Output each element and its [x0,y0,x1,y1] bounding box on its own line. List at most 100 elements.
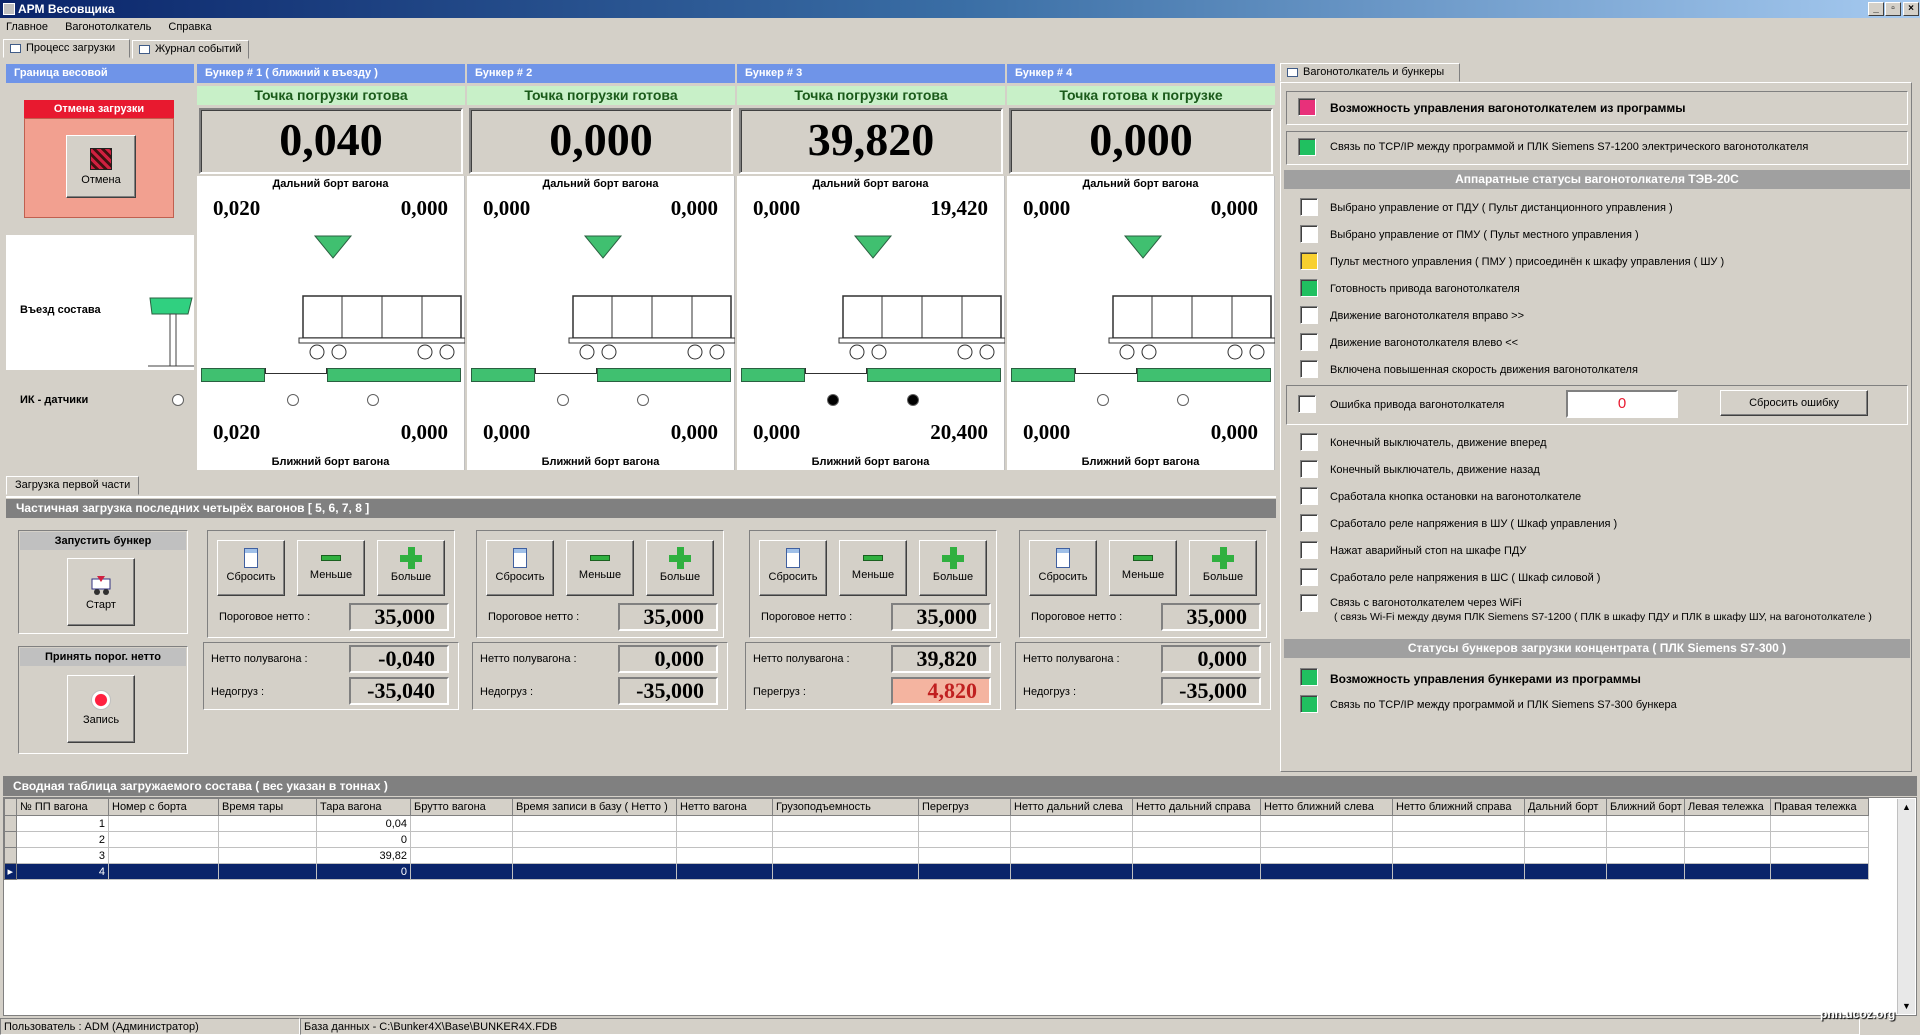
cell[interactable] [1010,847,1133,864]
cell[interactable] [512,847,677,864]
cell[interactable] [1260,863,1393,880]
menu-main[interactable]: Главное [6,21,48,33]
cell[interactable] [1392,831,1525,848]
cell[interactable] [1010,815,1133,832]
cell[interactable] [1260,847,1393,864]
table-row[interactable]: 20 [4,831,1869,848]
cell[interactable] [410,831,513,848]
cell[interactable] [108,815,219,832]
cell[interactable] [772,847,919,864]
reset-button[interactable]: Сбросить [1029,540,1097,596]
cell[interactable] [1770,815,1869,832]
menu-help[interactable]: Справка [168,21,211,33]
cell[interactable] [1524,831,1607,848]
less-button[interactable]: Меньше [297,540,365,596]
cell[interactable] [1770,863,1869,880]
tab-process[interactable]: Процесс загрузки [3,39,130,58]
table-row[interactable]: ▸ 4 0 [4,863,1869,880]
cell[interactable] [772,863,919,880]
cell[interactable] [410,847,513,864]
cell-wagon-number[interactable]: 2 [16,831,109,848]
cell[interactable] [918,847,1011,864]
cell[interactable] [1770,831,1869,848]
cancel-button[interactable]: Отмена [66,135,136,198]
column-header[interactable]: Нетто вагона [676,798,773,816]
tab-pusher-bunkers[interactable]: Вагонотолкатель и бункеры [1280,63,1460,82]
cell[interactable] [1684,847,1771,864]
less-button[interactable]: Меньше [566,540,634,596]
cell[interactable] [676,863,773,880]
row-indicator[interactable] [4,831,17,848]
more-button[interactable]: Больше [919,540,987,596]
reset-error-button[interactable]: Сбросить ошибку [1720,390,1868,416]
table-row[interactable]: 3 39,82 [4,847,1869,864]
cell[interactable] [1606,831,1685,848]
start-button[interactable]: Старт [67,558,135,626]
column-header[interactable]: Правая тележка [1770,798,1869,816]
cell[interactable] [108,847,219,864]
cell[interactable] [218,831,317,848]
record-button[interactable]: Запись [67,675,135,743]
cell[interactable] [108,863,219,880]
cell[interactable] [1392,815,1525,832]
column-header[interactable]: Номер с борта [108,798,219,816]
cell[interactable] [1524,863,1607,880]
cell[interactable] [218,815,317,832]
reset-button[interactable]: Сбросить [486,540,554,596]
cell[interactable] [410,815,513,832]
cell-tara[interactable]: 0 [316,863,411,880]
cell[interactable] [1392,863,1525,880]
cell[interactable] [676,831,773,848]
cell[interactable] [512,815,677,832]
cell[interactable] [1132,847,1261,864]
column-header[interactable]: Время тары [218,798,317,816]
cell-tara[interactable]: 39,82 [316,847,411,864]
maximize-button[interactable]: ▫ [1885,2,1901,16]
tab-first-part[interactable]: Загрузка первой части [6,476,139,495]
column-header[interactable]: Нетто дальний слева [1010,798,1133,816]
cell[interactable] [1606,863,1685,880]
reset-button[interactable]: Сбросить [759,540,827,596]
cell[interactable] [1010,863,1133,880]
cell[interactable] [772,831,919,848]
cell[interactable] [410,863,513,880]
column-header[interactable]: Нетто ближний справа [1392,798,1525,816]
column-header[interactable]: Перегруз [918,798,1011,816]
minimize-button[interactable]: _ [1868,2,1884,16]
more-button[interactable]: Больше [646,540,714,596]
menu-pusher[interactable]: Вагонотолкатель [65,21,151,33]
cell[interactable] [1260,815,1393,832]
column-header[interactable]: Нетто ближний слева [1260,798,1393,816]
column-header[interactable]: Дальний борт [1524,798,1607,816]
cell-wagon-number[interactable]: 3 [16,847,109,864]
cell[interactable] [1684,863,1771,880]
column-header[interactable]: Брутто вагона [410,798,513,816]
cell[interactable] [1132,863,1261,880]
reset-button[interactable]: Сбросить [217,540,285,596]
cell[interactable] [676,847,773,864]
column-header[interactable]: № ПП вагона [16,798,109,816]
cell[interactable] [1606,815,1685,832]
column-header[interactable]: Левая тележка [1684,798,1771,816]
less-button[interactable]: Меньше [839,540,907,596]
cell[interactable] [512,863,677,880]
cell[interactable] [918,815,1011,832]
row-indicator[interactable] [4,847,17,864]
cell-wagon-number[interactable]: 1 [16,815,109,832]
column-header[interactable]: Тара вагона [316,798,411,816]
column-header[interactable]: Ближний борт [1606,798,1685,816]
cell[interactable] [218,863,317,880]
cell[interactable] [1770,847,1869,864]
scroll-down-icon[interactable]: ▼ [1898,998,1915,1014]
cell[interactable] [1524,847,1607,864]
cell[interactable] [1606,847,1685,864]
cell[interactable] [918,831,1011,848]
row-indicator[interactable] [4,815,17,832]
scroll-up-icon[interactable]: ▲ [1898,799,1915,815]
tab-journal[interactable]: Журнал событий [132,40,249,59]
column-header[interactable]: Грузоподъемность [772,798,919,816]
cell-tara[interactable]: 0 [316,831,411,848]
cell[interactable] [1684,831,1771,848]
cell[interactable] [918,863,1011,880]
cell[interactable] [1524,815,1607,832]
